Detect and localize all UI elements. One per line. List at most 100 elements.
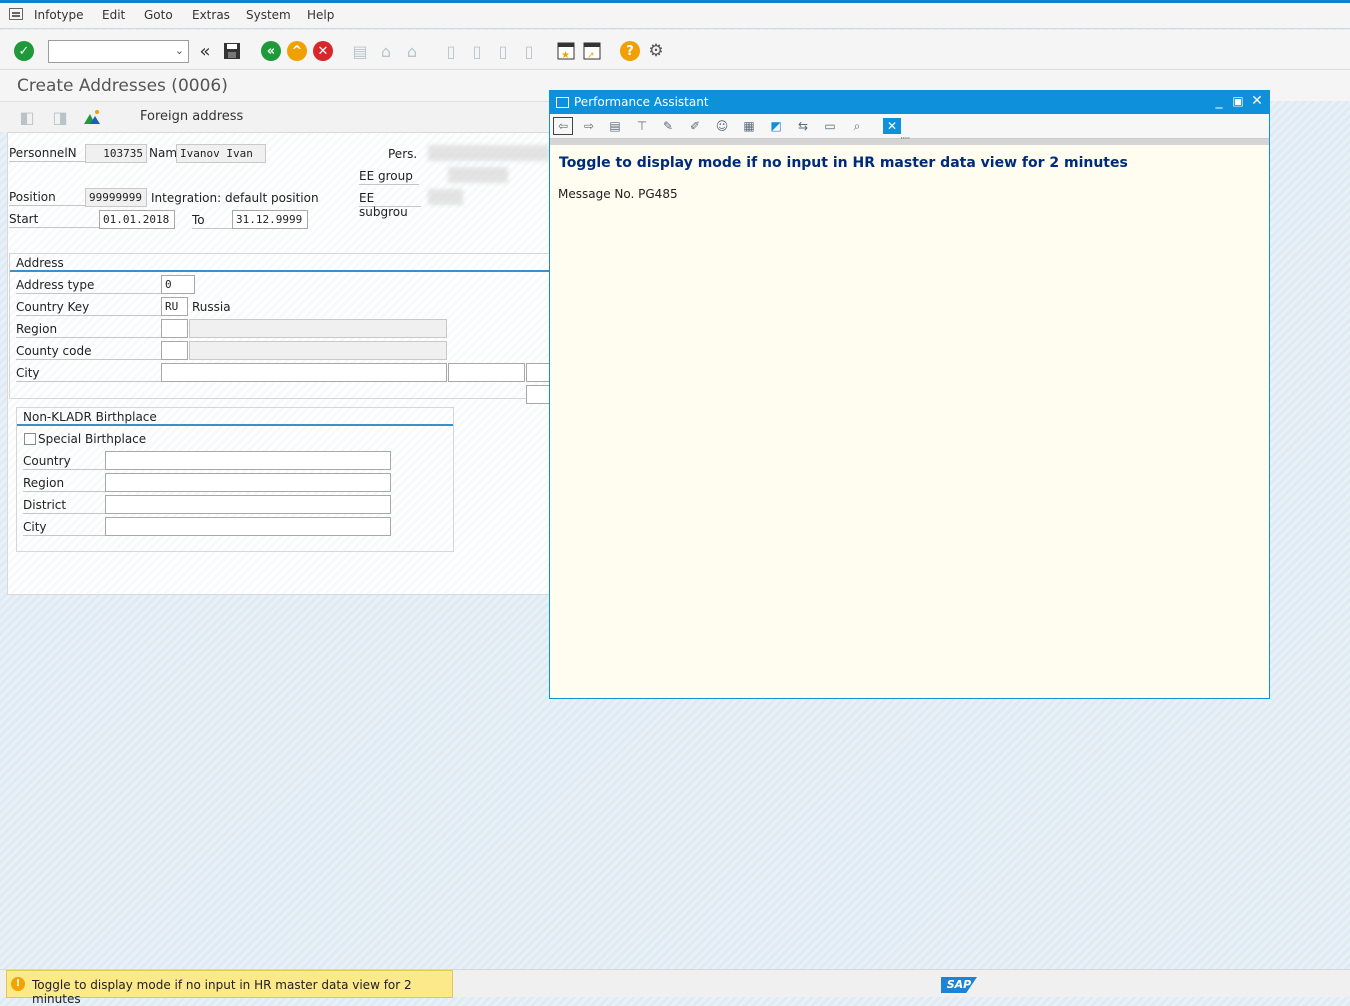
popup-toolbar: ⇦ ⇨ ▤ ⊤ ✎ ✐ ☺ ▦ ◩ ⇆ ▭ ⌕ ✕ xyxy=(550,114,1269,139)
calendar-icon[interactable]: ▦ xyxy=(739,117,759,135)
pers-area-blurred xyxy=(428,145,550,161)
address-group-title: Address xyxy=(10,254,550,272)
menu-infotype[interactable]: Infotype xyxy=(34,8,84,22)
postal-field[interactable] xyxy=(526,363,550,382)
end-date-field[interactable]: 31.12.9999 xyxy=(232,210,308,229)
page-title: Create Addresses (0006) xyxy=(17,76,228,96)
maximize-icon[interactable]: ▣ xyxy=(1230,94,1246,112)
forward-arrow-icon[interactable]: ⇨ xyxy=(579,117,599,135)
tools-icon[interactable]: ✐ xyxy=(685,117,705,135)
city-field[interactable] xyxy=(161,363,447,382)
standard-toolbar: ✓ ⌄ « « ^ ✕ ▤ ⌂ ⌂ ▯ ▯ ▯ ▯ ★ ↗ ? ⚙ xyxy=(0,30,1350,70)
pers-label: Pers. xyxy=(388,147,418,161)
popup-title: Performance Assistant xyxy=(574,95,709,109)
bp-region-field[interactable] xyxy=(105,473,391,492)
name-label: Nam xyxy=(149,146,178,160)
personnel-label: PersonnelN xyxy=(9,146,85,162)
transfer-icon[interactable]: ⇆ xyxy=(793,117,813,135)
form-area: PersonnelN 103735 Nam Ivanov Ivan Pers. … xyxy=(7,132,551,595)
menu-help[interactable]: Help xyxy=(307,8,334,22)
region-description-field xyxy=(189,319,447,338)
save-icon[interactable] xyxy=(222,41,242,61)
position-label: Position xyxy=(9,190,85,206)
city-label: City xyxy=(16,366,161,382)
postal-field-2[interactable] xyxy=(526,385,550,404)
last-page-icon[interactable]: ▯ xyxy=(519,41,539,61)
previous-page-icon[interactable]: ▯ xyxy=(467,41,487,61)
bp-country-field[interactable] xyxy=(105,451,391,470)
ee-group-blurred xyxy=(448,167,508,183)
double-chevron-left-icon[interactable]: « xyxy=(195,41,215,62)
menu-extras[interactable]: Extras xyxy=(192,8,230,22)
birthplace-group-title: Non-KLADR Birthplace xyxy=(17,408,453,426)
region-label: Region xyxy=(16,322,161,338)
menu-system[interactable]: System xyxy=(246,8,291,22)
bp-district-field[interactable] xyxy=(105,495,391,514)
print-icon[interactable]: ▭ xyxy=(820,117,840,135)
county-code-label: County code xyxy=(16,344,161,360)
application-toolbar: ◧ ◨ Foreign address xyxy=(0,101,550,132)
popup-heading: Toggle to display mode if no input in HR… xyxy=(559,155,1128,171)
person-icon[interactable]: ☺ xyxy=(712,117,732,135)
name-value: Ivanov Ivan xyxy=(176,144,266,163)
next-page-icon[interactable]: ▯ xyxy=(493,41,513,61)
enter-checkmark-icon[interactable]: ✓ xyxy=(14,41,34,61)
svg-text:★: ★ xyxy=(561,50,570,60)
foreign-address-button[interactable]: Foreign address xyxy=(140,109,243,124)
settings-gear-icon[interactable]: ⚙ xyxy=(646,41,666,61)
address-type-field[interactable]: 0 xyxy=(161,275,195,294)
status-message[interactable]: ! Toggle to display mode if no input in … xyxy=(6,970,453,1006)
county-description-field xyxy=(189,341,447,360)
next-record-icon[interactable]: ◨ xyxy=(50,107,70,127)
start-date-field[interactable]: 01.01.2018 xyxy=(99,210,175,229)
close-icon[interactable]: ✕ xyxy=(1249,93,1265,111)
mountain-icon[interactable] xyxy=(82,107,102,127)
country-key-field[interactable]: RU xyxy=(161,297,188,316)
print-icon[interactable]: ▤ xyxy=(350,41,370,61)
shortcut-icon[interactable]: ↗ xyxy=(582,41,602,61)
status-bar: ! Toggle to display mode if no input in … xyxy=(0,969,1350,1006)
find-next-icon[interactable]: ⌂ xyxy=(402,41,422,61)
back-arrow-icon[interactable]: ⇦ xyxy=(553,117,573,135)
splitter-handle[interactable]: ····· xyxy=(550,134,1269,145)
find-icon[interactable]: ⌕ xyxy=(847,117,867,135)
help-icon[interactable]: ? xyxy=(620,41,640,61)
position-text: Integration: default position xyxy=(151,191,319,205)
window-icon xyxy=(556,97,569,108)
edit-icon[interactable]: ✎ xyxy=(658,117,678,135)
position-value: 99999999 xyxy=(85,188,147,207)
menu-icon[interactable] xyxy=(9,8,23,20)
find-icon[interactable]: ⌂ xyxy=(376,41,396,61)
create-session-icon[interactable]: ★ xyxy=(556,41,576,61)
bp-region-label: Region xyxy=(23,476,105,492)
to-label: To xyxy=(192,213,232,229)
menu-edit[interactable]: Edit xyxy=(102,8,125,22)
menu-goto[interactable]: Goto xyxy=(144,8,173,22)
address-type-label: Address type xyxy=(16,278,161,294)
county-code-field[interactable] xyxy=(161,341,188,360)
back-icon[interactable]: « xyxy=(261,41,281,61)
personnel-value: 103735 xyxy=(85,144,147,163)
minimize-icon[interactable]: _ xyxy=(1211,93,1227,111)
first-page-icon[interactable]: ▯ xyxy=(441,41,461,61)
special-birthplace-checkbox[interactable] xyxy=(24,433,36,445)
region-field[interactable] xyxy=(161,319,188,338)
country-key-label: Country Key xyxy=(16,300,161,316)
warning-icon: ! xyxy=(11,977,25,991)
flag-icon[interactable]: ◩ xyxy=(766,117,786,135)
ee-subgroup-blurred xyxy=(428,189,463,205)
chevron-down-icon[interactable]: ⌄ xyxy=(175,44,184,57)
command-field[interactable]: ⌄ xyxy=(48,40,189,63)
popup-header: Performance Assistant _ ▣ ✕ xyxy=(550,91,1269,114)
district-field[interactable] xyxy=(448,363,525,382)
cancel-icon[interactable]: ✕ xyxy=(313,41,333,61)
bp-city-label: City xyxy=(23,520,105,536)
previous-record-icon[interactable]: ◧ xyxy=(17,107,37,127)
bp-city-field[interactable] xyxy=(105,517,391,536)
special-birthplace-label: Special Birthplace xyxy=(38,432,147,446)
ee-group-label: EE group xyxy=(359,169,419,185)
exit-icon[interactable]: ^ xyxy=(287,41,307,61)
technical-info-icon[interactable]: ⊤ xyxy=(632,117,652,135)
exit-button-icon[interactable]: ✕ xyxy=(883,118,901,134)
document-icon[interactable]: ▤ xyxy=(605,117,625,135)
